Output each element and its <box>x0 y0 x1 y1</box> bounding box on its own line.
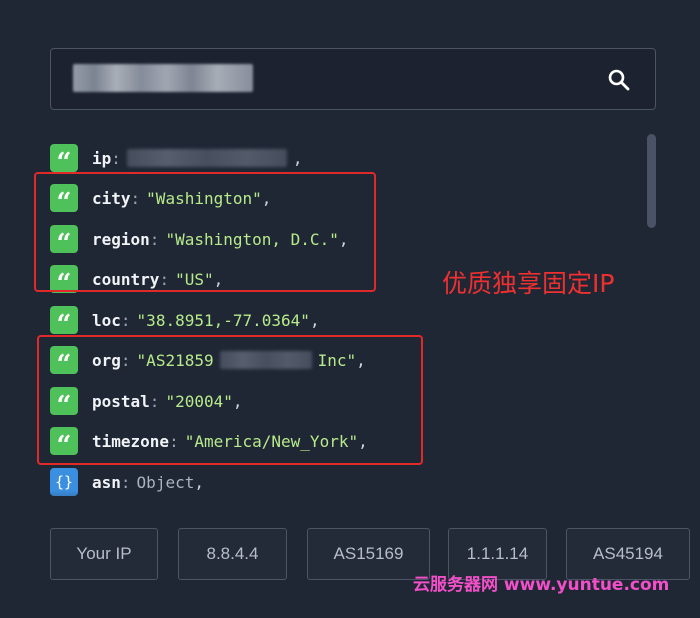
scrollbar-thumb[interactable] <box>647 134 656 228</box>
field-value: "38.8951,-77.0364" <box>136 310 310 330</box>
field-key: ip <box>92 148 112 168</box>
list-fade-overlay <box>0 490 700 530</box>
highlight-box-network <box>37 335 423 465</box>
quote-icon: “ <box>50 144 78 177</box>
chip-8-8-4-4[interactable]: 8.8.4.4 <box>178 528 287 580</box>
field-row-loc: “ loc : "38.8951,-77.0364" , <box>50 305 320 339</box>
annotation-label: 优质独享固定IP <box>442 269 615 298</box>
chip-your-ip[interactable]: Your IP <box>50 528 158 580</box>
chip-as15169[interactable]: AS15169 <box>307 528 430 580</box>
field-row-ip: “ ip : , <box>50 143 303 177</box>
search-icon[interactable] <box>607 68 631 92</box>
highlight-box-location <box>34 172 376 292</box>
quote-icon: “ <box>50 306 78 339</box>
field-comma: , <box>309 310 320 330</box>
field-colon: : <box>120 472 131 492</box>
search-box[interactable] <box>50 48 656 110</box>
field-colon: : <box>111 148 121 168</box>
watermark-text: 云服务器网 www.yuntue.com <box>413 575 670 595</box>
search-input-blurred[interactable] <box>73 64 253 92</box>
field-value[interactable]: Object <box>137 473 195 492</box>
field-comma: , <box>194 472 204 492</box>
field-key: asn <box>92 472 121 492</box>
field-key: loc <box>92 310 121 330</box>
field-comma: , <box>292 148 303 168</box>
ip-value-blurred <box>126 149 287 167</box>
field-colon: : <box>120 310 131 330</box>
